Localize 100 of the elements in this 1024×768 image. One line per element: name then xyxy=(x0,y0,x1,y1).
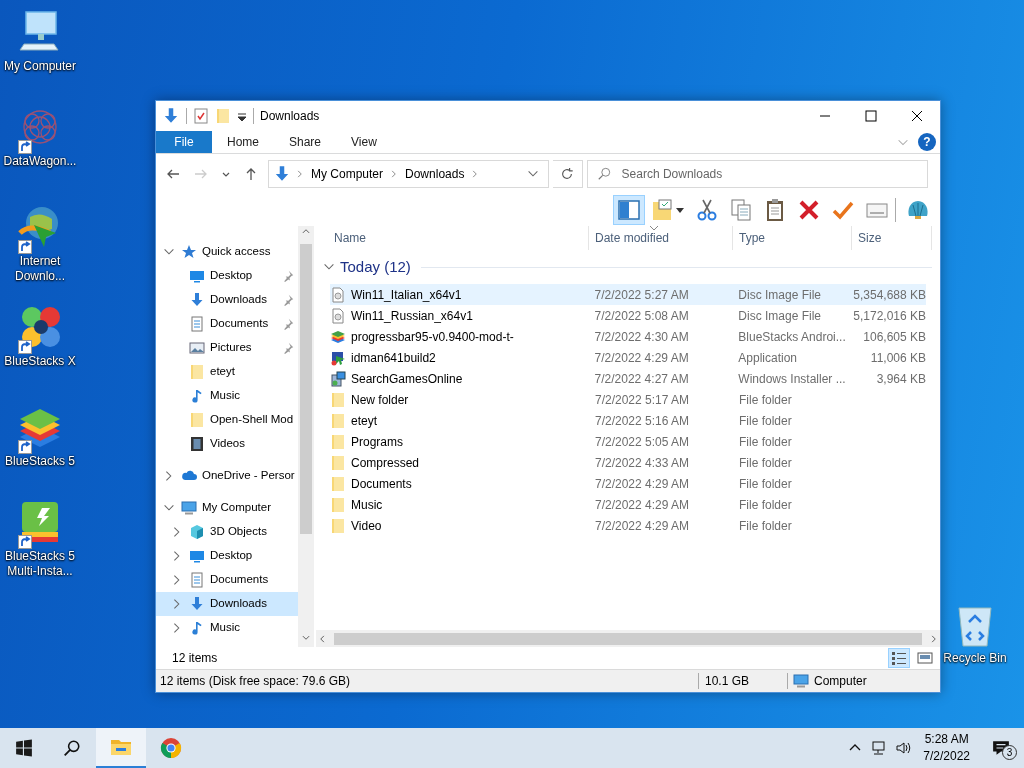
scroll-down-icon[interactable] xyxy=(301,633,311,643)
icon-label[interactable]: BlueStacks X xyxy=(2,354,78,369)
shortcut-arrow-icon xyxy=(18,340,32,354)
icon-label[interactable]: BlueStacks 5 Multi-Insta... xyxy=(2,549,78,579)
group-header[interactable]: Today (12) xyxy=(340,255,411,279)
folder-icon xyxy=(189,412,205,428)
ribbon-tab[interactable]: View xyxy=(336,131,392,153)
date-modified: 7/2/2022 4:29 AM xyxy=(595,475,691,493)
date-modified: 7/2/2022 5:08 AM xyxy=(594,307,690,325)
file-row[interactable]: Compressed 7/2/2022 4:33 AM File folder xyxy=(330,452,926,473)
file-row[interactable]: Win11_Italian_x64v1 7/2/2022 5:27 AM Disc Image File 5,354,688 KB xyxy=(330,284,926,305)
file-row[interactable]: Documents 7/2/2022 4:29 AM File folder xyxy=(330,473,926,494)
nav-item[interactable]: Pictures xyxy=(156,336,298,360)
file-name: Documents xyxy=(351,475,413,493)
file-type: File folder xyxy=(739,475,793,493)
window-title: Downloads xyxy=(260,108,320,125)
nav-item[interactable]: Videos xyxy=(156,432,298,456)
nav-item[interactable]: Desktop xyxy=(156,264,298,288)
shortcut-arrow-icon xyxy=(18,240,32,254)
move-to-icon xyxy=(651,198,675,222)
breadcrumb[interactable]: Downloads xyxy=(403,165,467,183)
notifications-button[interactable]: 3 xyxy=(978,728,1024,768)
file-row[interactable]: Video 7/2/2022 4:29 AM File folder xyxy=(330,515,926,536)
file-row[interactable]: eteyt 7/2/2022 5:16 AM File folder xyxy=(330,410,926,431)
column-header[interactable]: Date modified xyxy=(589,226,733,250)
file-type: File folder xyxy=(739,412,793,430)
nav-item[interactable]: Desktop xyxy=(156,544,298,568)
date-modified: 7/2/2022 5:17 AM xyxy=(595,391,691,409)
scroll-up-icon[interactable] xyxy=(301,226,311,236)
notification-count: 3 xyxy=(1002,745,1017,760)
clock[interactable]: 5:28 AM 7/2/2022 xyxy=(915,728,978,768)
monitor-icon xyxy=(189,548,205,564)
nav-item[interactable]: Open-Shell Mod xyxy=(156,408,298,432)
file-row[interactable]: Music 7/2/2022 4:29 AM File folder xyxy=(330,494,926,515)
search-icon xyxy=(63,739,81,757)
refresh-button[interactable] xyxy=(552,160,583,188)
nav-item[interactable]: Music xyxy=(156,616,298,640)
scrollbar-thumb[interactable] xyxy=(334,632,922,645)
nav-item[interactable]: My Computer xyxy=(156,496,298,520)
preview-pane-button[interactable] xyxy=(613,195,645,225)
scrollbar-thumb[interactable] xyxy=(300,244,312,534)
nav-item[interactable]: Downloads xyxy=(156,592,298,616)
ribbon-tab[interactable]: Share xyxy=(274,131,337,153)
file-type: Disc Image File xyxy=(738,286,822,304)
status-location: Computer xyxy=(814,673,867,690)
picture-icon xyxy=(189,340,205,356)
nav-item[interactable]: OneDrive - Persor xyxy=(156,464,298,488)
cube-icon xyxy=(189,524,205,540)
file-row[interactable]: Win11_Russian_x64v1 7/2/2022 5:08 AM Disc Image File 5,172,016 KB xyxy=(330,305,926,326)
file-row[interactable]: progressbar95-v0.9400-mod-t- 7/2/2022 4:30 AM BlueStacks Androi... 106,605 KB xyxy=(330,326,926,347)
nav-item[interactable]: Quick access xyxy=(156,240,298,264)
pin-icon[interactable] xyxy=(282,270,294,282)
folder-icon xyxy=(330,454,346,471)
caret-icon xyxy=(675,205,685,215)
nav-item[interactable]: 3D Objects xyxy=(156,520,298,544)
nav-item[interactable]: eteyt xyxy=(156,360,298,384)
nav-item[interactable]: Music xyxy=(156,384,298,408)
scrollbar[interactable] xyxy=(316,630,940,647)
sort-icon[interactable] xyxy=(649,225,659,231)
ribbon-tab[interactable]: File xyxy=(156,131,212,153)
disc-file-icon xyxy=(330,307,346,324)
pin-icon[interactable] xyxy=(282,318,294,330)
file-name: Programs xyxy=(351,433,404,451)
speaker-icon xyxy=(895,740,912,756)
file-name: eteyt xyxy=(351,412,378,430)
nav-item[interactable]: Downloads xyxy=(156,288,298,312)
ribbon-tab[interactable]: Home xyxy=(212,131,274,153)
pin-icon[interactable] xyxy=(282,342,294,354)
column-header[interactable]: Name xyxy=(328,226,589,250)
address-bar[interactable]: My Computer Downloads xyxy=(268,160,549,188)
details-view-button[interactable] xyxy=(888,648,910,668)
file-row[interactable]: New folder 7/2/2022 5:17 AM File folder xyxy=(330,389,926,410)
column-header[interactable]: Type xyxy=(733,226,852,250)
computer-icon xyxy=(181,500,197,516)
nav-item[interactable]: Documents xyxy=(156,312,298,336)
scrollbar[interactable] xyxy=(298,226,314,647)
browser-icon xyxy=(159,736,183,760)
icon-label[interactable]: My Computer xyxy=(2,59,78,74)
icon-label[interactable]: Internet Downlo... xyxy=(2,254,78,284)
file-explorer-button[interactable] xyxy=(96,728,146,768)
icon-label[interactable]: DataWagon... xyxy=(2,154,78,169)
pin-icon[interactable] xyxy=(282,294,294,306)
file-row[interactable]: idman641build2 7/2/2022 4:29 AM Application 11,006 KB xyxy=(330,347,926,368)
column-header[interactable]: Size xyxy=(852,226,932,250)
search-field[interactable]: Search Downloads xyxy=(586,160,928,188)
help-button[interactable]: ? xyxy=(918,133,936,151)
nav-item[interactable]: Documents xyxy=(156,568,298,592)
file-row[interactable]: SearchGamesOnline 7/2/2022 4:27 AM Windows Installer ... 3,964 KB xyxy=(330,368,926,389)
file-name: New folder xyxy=(351,391,410,409)
icon-label[interactable]: BlueStacks 5 xyxy=(2,454,78,469)
breadcrumb[interactable]: My Computer xyxy=(309,165,386,183)
maximize-icon xyxy=(865,110,877,122)
file-name: SearchGamesOnline xyxy=(351,370,464,388)
cut-icon xyxy=(695,198,719,222)
preview-pane-icon xyxy=(617,198,641,222)
download-icon[interactable] xyxy=(162,107,180,125)
document-icon xyxy=(189,572,205,588)
file-row[interactable]: Programs 7/2/2022 5:05 AM File folder xyxy=(330,431,926,452)
download-icon xyxy=(189,292,205,308)
properties-icon[interactable] xyxy=(193,108,209,124)
